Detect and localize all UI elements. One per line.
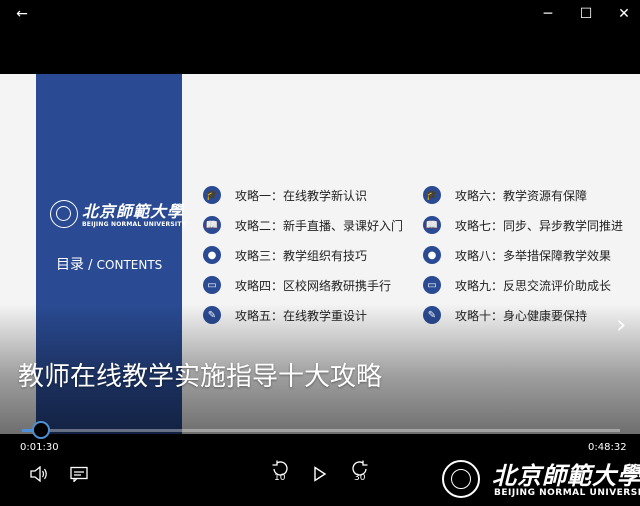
maximize-icon: ☐ [579,6,593,22]
contents-cn: 目录 [56,257,84,273]
toc-item-label: 攻略九：反思交流评价助成长 [455,278,612,293]
toc-item: 🎓 攻略六：教学资源有保障 [423,185,587,205]
close-icon: ✕ [618,6,630,22]
toc-item: 🎓 攻略一：在线教学新认识 [203,185,367,205]
play-icon [314,466,327,482]
toc-item-label: 攻略三：教学组织有技巧 [235,248,368,263]
minimize-button[interactable]: ─ [528,0,568,28]
watermark-chinese: 北京師範大學 [492,461,640,490]
contents-separator: / [84,258,97,273]
seek-bar-thumb[interactable] [31,421,50,439]
subtitles-button[interactable] [68,464,90,484]
toc-item: ▭ 攻略四：区校网络教研携手行 [203,275,391,295]
watermark-english: BEIJING NORMAL UNIVERSITY [494,488,640,498]
toc-item-label: 攻略七：同步、异步教学同推进 [455,218,624,233]
toc-item-label: 攻略二：新手直播、录课好入门 [235,218,404,233]
watermark-seal-icon [442,460,480,498]
laptop-icon: ▭ [423,276,441,294]
toc-item-label: 攻略八：多举措保障教学效果 [455,248,612,263]
subtitles-icon [70,466,88,482]
laptop-icon: ▭ [203,276,221,294]
total-time: 0:48:32 [588,442,627,453]
minimize-icon: ─ [543,6,553,22]
toc-item: 📖 攻略二：新手直播、录课好入门 [203,215,403,235]
back-button[interactable]: ← [2,0,42,28]
volume-button[interactable] [28,464,50,484]
contents-en: CONTENTS [96,258,163,272]
maximize-button[interactable]: ☐ [566,0,606,28]
toc-item: ● 攻略三：教学组织有技巧 [203,245,367,265]
apple-icon: ● [423,246,441,264]
forward-label: 30 [354,473,366,483]
toc-item: 📖 攻略七：同步、异步教学同推进 [423,215,623,235]
toc-item-label: 攻略一：在线教学新认识 [235,188,368,203]
mortarboard-icon: 🎓 [423,186,441,204]
book-icon: 📖 [203,216,221,234]
close-button[interactable]: ✕ [604,0,640,28]
book-icon: 📖 [423,216,441,234]
apple-icon: ● [203,246,221,264]
bnu-watermark: 北京師範大學 BEIJING NORMAL UNIVERSITY [442,458,640,502]
toc-item-label: 攻略四：区校网络教研携手行 [235,278,392,293]
back-arrow-icon: ← [16,6,28,22]
rewind-label: 10 [274,473,286,483]
volume-icon [30,466,47,482]
toc-item: ● 攻略八：多举措保障教学效果 [423,245,611,265]
rewind-10-button[interactable]: 10 [268,460,292,488]
university-seal-icon [50,200,78,228]
video-title: 教师在线教学实施指导十大攻略 [18,362,383,392]
seek-bar[interactable] [22,429,620,432]
forward-30-button[interactable]: 30 [348,460,372,488]
mortarboard-icon: 🎓 [203,186,221,204]
next-slide-chevron-icon[interactable]: › [616,310,626,340]
logo-english-name: BEIJING NORMAL UNIVERSITY [82,221,187,228]
logo-chinese-name: 北京師範大學 [82,202,185,221]
play-button[interactable] [310,464,330,484]
toc-item-label: 攻略六：教学资源有保障 [455,188,588,203]
toc-item: ▭ 攻略九：反思交流评价助成长 [423,275,611,295]
contents-heading: 目录 / CONTENTS [56,254,162,274]
current-time: 0:01:30 [20,442,59,453]
bnu-logo: 北京師範大學 BEIJING NORMAL UNIVERSITY [50,200,186,234]
window-title-bar: ← ─ ☐ ✕ [0,0,640,30]
